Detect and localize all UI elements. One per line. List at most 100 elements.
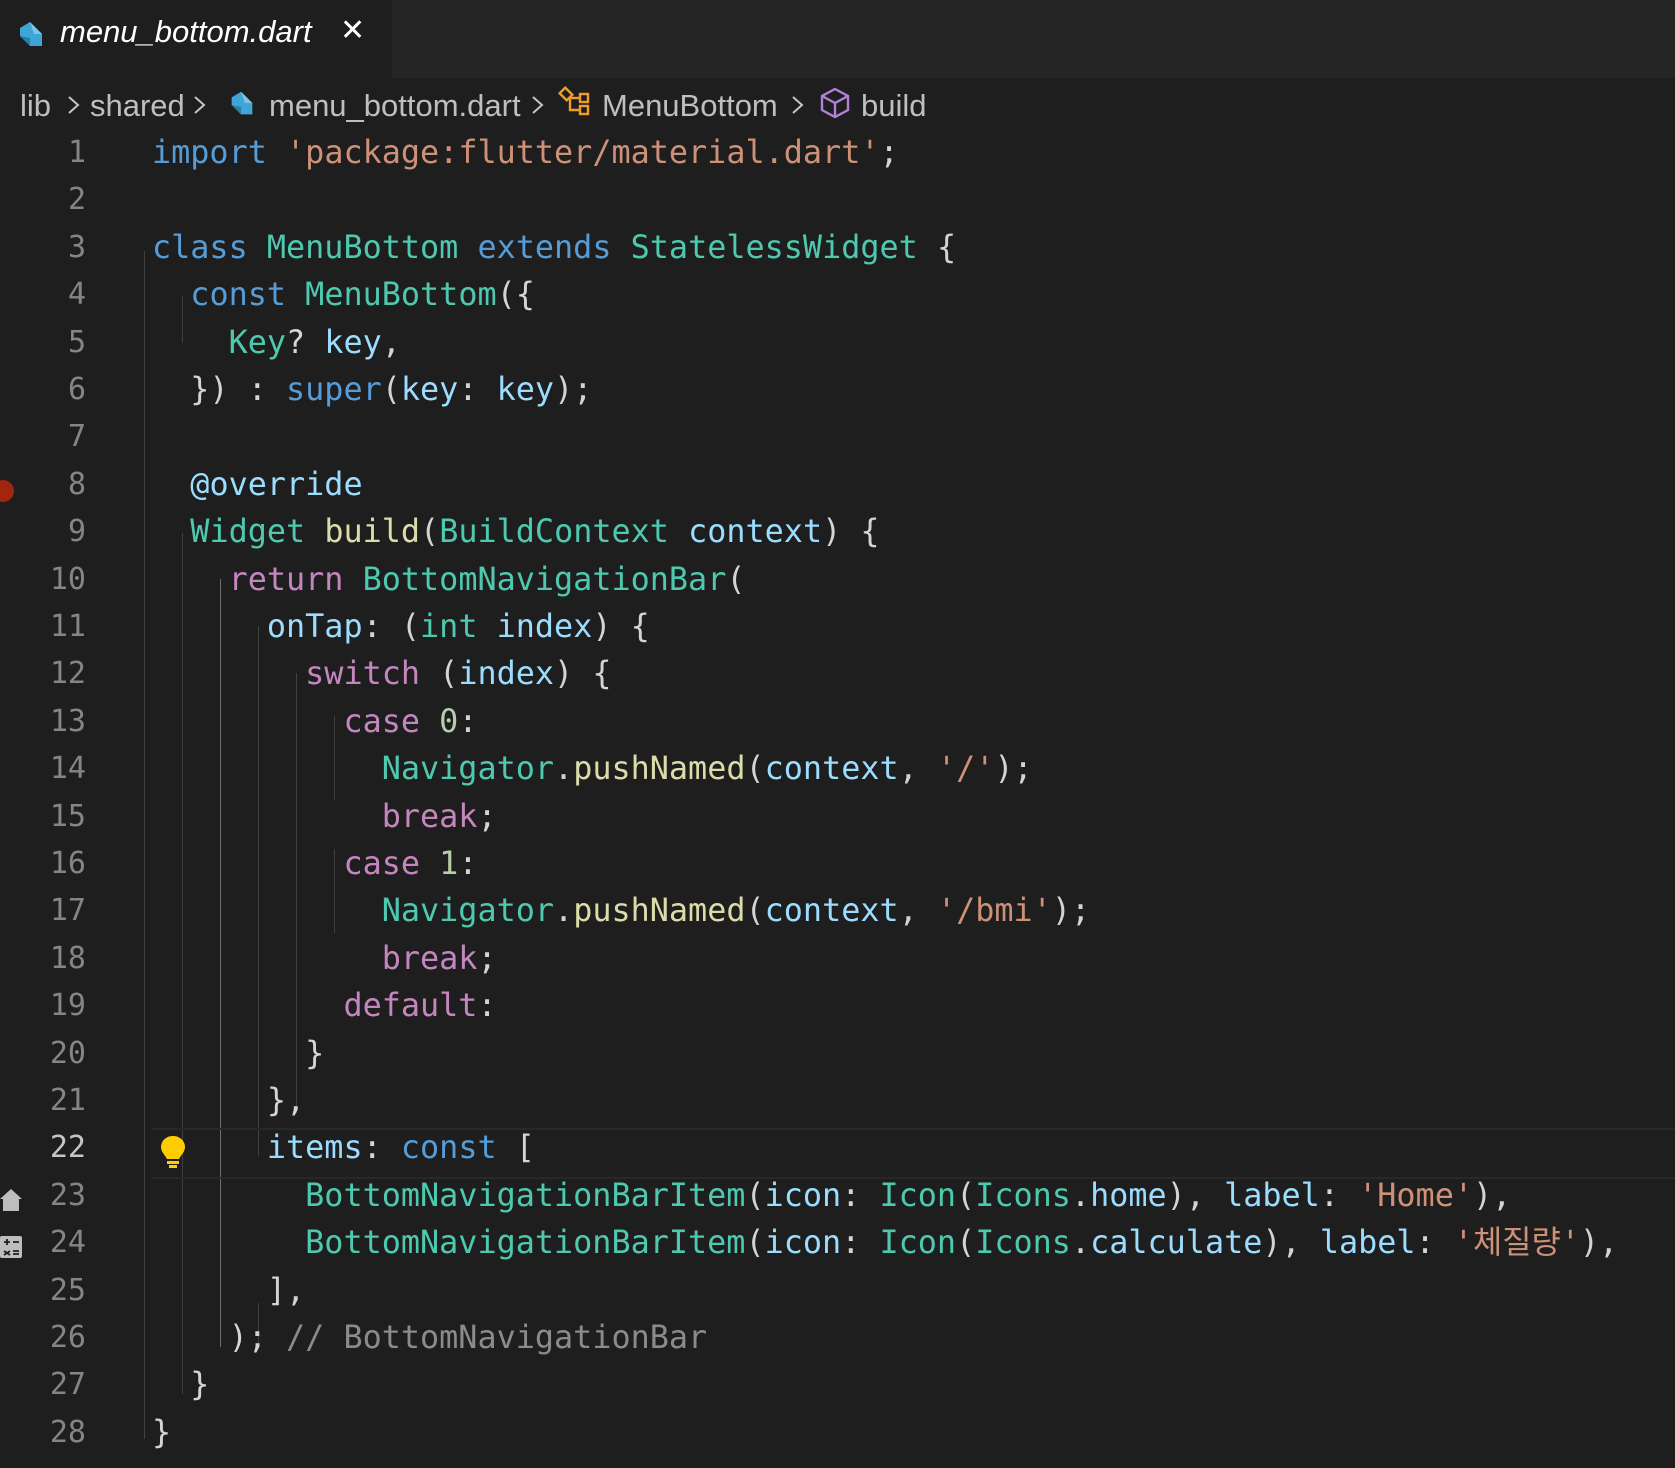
line-number[interactable]: 12 <box>0 650 86 697</box>
home-icon <box>0 1189 22 1211</box>
line-number[interactable]: 9 <box>0 508 86 555</box>
breadcrumb-item-shared[interactable]: shared <box>90 88 185 124</box>
close-icon[interactable]: ✕ <box>340 16 370 46</box>
code-line[interactable]: 4 const MenuBottom({ <box>0 271 1675 318</box>
code-line[interactable]: 1 import 'package:flutter/material.dart'; <box>0 129 1675 176</box>
code-token: , <box>381 323 401 361</box>
code-line[interactable]: 8 @override <box>0 461 1675 508</box>
code-token: MenuBottom <box>305 276 497 314</box>
line-number[interactable]: 15 <box>0 793 86 840</box>
breadcrumb-item-file[interactable]: menu_bottom.dart <box>269 88 521 124</box>
line-number[interactable]: 28 <box>0 1409 86 1456</box>
line-number[interactable]: 5 <box>0 319 86 366</box>
code-line[interactable]: 7 <box>0 413 1675 460</box>
line-number[interactable]: 3 <box>0 224 86 271</box>
line-number[interactable]: 4 <box>0 271 86 318</box>
code-line[interactable]: 2 <box>0 176 1675 223</box>
code-token: default <box>343 987 478 1025</box>
code-text: @override <box>152 461 362 508</box>
code-line[interactable]: 13 case 0: <box>0 698 1675 745</box>
code-token: ( <box>381 371 401 408</box>
breadcrumb-item-method[interactable]: build <box>861 88 927 124</box>
line-number[interactable]: 10 <box>0 556 86 603</box>
line-number[interactable]: 2 <box>0 176 86 223</box>
code-line[interactable]: 10 return BottomNavigationBar( <box>0 556 1675 603</box>
code-text: } <box>152 1361 209 1408</box>
code-line[interactable]: 6 }) : super(key: key); <box>0 366 1675 413</box>
code-line[interactable]: 24 BottomNavigationBarItem(icon: Icon(Ic… <box>0 1219 1675 1266</box>
code-line[interactable]: 27 } <box>0 1361 1675 1408</box>
code-token: ), <box>1579 1224 1619 1262</box>
code-line[interactable]: 12 switch (index) { <box>0 650 1675 697</box>
code-line[interactable]: 28} <box>0 1409 1675 1456</box>
line-number[interactable]: 19 <box>0 982 86 1029</box>
code-line[interactable]: 20 } <box>0 1030 1675 1077</box>
code-line[interactable]: 14 Navigator.pushNamed(context, '/'); <box>0 745 1675 792</box>
line-number[interactable]: 6 <box>0 366 86 413</box>
code-line[interactable]: 5 Key? key, <box>0 319 1675 366</box>
calculate-icon <box>0 1236 22 1258</box>
code-token: MenuBottom <box>266 228 459 266</box>
code-token: int <box>420 608 478 645</box>
line-number[interactable]: 14 <box>0 745 86 792</box>
code-token: ( <box>745 892 765 930</box>
tab-bar: menu_bottom.dart ✕ <box>0 0 1675 78</box>
code-token: : <box>1415 1224 1454 1262</box>
code-text: import 'package:flutter/material.dart'; <box>152 129 899 176</box>
code-token: import <box>152 134 267 171</box>
line-number[interactable]: 7 <box>0 413 86 460</box>
code-line[interactable]: 18 break; <box>0 935 1675 982</box>
line-number[interactable]: 18 <box>0 935 86 982</box>
line-number[interactable]: 17 <box>0 887 86 934</box>
code-text: ], <box>152 1267 305 1314</box>
code-editor[interactable]: 1 import 'package:flutter/material.dart';… <box>0 133 1675 1468</box>
line-number[interactable]: 8 <box>0 461 86 508</box>
line-number[interactable]: 21 <box>0 1077 86 1124</box>
code-token: : <box>841 1224 880 1262</box>
line-number[interactable]: 20 <box>0 1030 86 1077</box>
code-token: : <box>458 371 497 408</box>
line-number[interactable]: 16 <box>0 840 86 887</box>
code-token: : <box>841 1176 880 1214</box>
line-number[interactable]: 1 <box>0 129 86 176</box>
line-number[interactable]: 27 <box>0 1361 86 1408</box>
code-token: BottomNavigationBarItem <box>305 1224 746 1262</box>
code-line[interactable]: 19 default: <box>0 982 1675 1029</box>
lightbulb-icon[interactable] <box>158 1133 188 1171</box>
code-token: : <box>477 987 497 1025</box>
code-line[interactable]: 3 class MenuBottom extends StatelessWidge… <box>0 224 1675 271</box>
current-line-highlight <box>152 1128 1675 1179</box>
code-token: { <box>917 228 957 266</box>
line-number[interactable]: 11 <box>0 603 86 650</box>
chevron-right-icon <box>68 96 80 114</box>
tab-menu-bottom-dart[interactable]: menu_bottom.dart ✕ <box>0 0 392 78</box>
code-token: ), <box>1166 1176 1225 1214</box>
code-line[interactable]: 17 Navigator.pushNamed(context, '/bmi'); <box>0 887 1675 934</box>
code-line[interactable]: 15 break; <box>0 793 1675 840</box>
line-number[interactable]: 25 <box>0 1267 86 1314</box>
code-token: Icons <box>975 1176 1071 1214</box>
code-line[interactable]: 9 Widget build(BuildContext context) { <box>0 508 1675 555</box>
code-token: context <box>764 750 899 788</box>
code-line[interactable]: 16 case 1: <box>0 840 1675 887</box>
line-number[interactable]: 22 <box>0 1124 86 1171</box>
line-number[interactable]: 13 <box>0 698 86 745</box>
code-token: onTap <box>266 608 363 645</box>
code-line[interactable]: 11 onTap: (int index) { <box>0 603 1675 650</box>
code-line[interactable]: 21 }, <box>0 1077 1675 1124</box>
breadcrumb-item-lib[interactable]: lib <box>20 88 51 124</box>
code-token: ? <box>286 323 325 361</box>
code-line[interactable]: 26 ); // BottomNavigationBar <box>0 1314 1675 1361</box>
code-token: ; <box>477 797 497 835</box>
breadcrumb-item-class[interactable]: MenuBottom <box>602 88 778 124</box>
code-line[interactable]: 25 ], <box>0 1267 1675 1314</box>
code-token: } <box>152 1413 172 1451</box>
code-token: ({ <box>496 276 535 314</box>
line-number[interactable]: 26 <box>0 1314 86 1361</box>
